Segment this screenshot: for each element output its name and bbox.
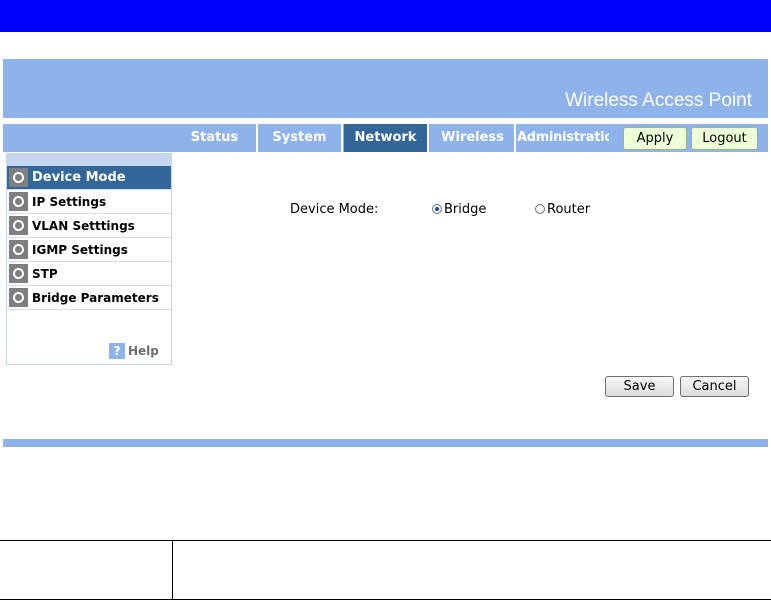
- help-label: Help: [128, 344, 159, 358]
- save-button[interactable]: Save: [605, 376, 674, 397]
- sidebar-item-label: Device Mode: [32, 170, 126, 185]
- radio-circle-icon: [9, 168, 28, 187]
- radio-circle-icon: [9, 192, 28, 211]
- bridge-radio-label: Bridge: [444, 202, 487, 217]
- panel-footer-bar: [3, 439, 768, 447]
- sidebar-item-label: VLAN Setttings: [32, 219, 135, 233]
- tab-system[interactable]: System: [258, 124, 343, 152]
- sidebar-item-igmp-settings[interactable]: IGMP Settings: [7, 238, 171, 262]
- table-top-border: [0, 540, 771, 541]
- bottom-table: [0, 540, 771, 601]
- tab-network[interactable]: Network: [344, 124, 429, 152]
- radio-unchecked-icon: [535, 204, 545, 214]
- header-banner: Wireless Access Point: [3, 59, 768, 118]
- logout-button[interactable]: Logout: [691, 127, 758, 150]
- router-radio-label: Router: [547, 202, 591, 217]
- device-mode-label: Device Mode:: [290, 202, 379, 217]
- banner-divider: [3, 118, 768, 121]
- sidebar-item-device-mode[interactable]: Device Mode: [7, 166, 171, 190]
- router-radio[interactable]: Router: [535, 202, 590, 217]
- tab-administration[interactable]: Administration: [517, 124, 609, 152]
- tab-status[interactable]: Status: [173, 124, 258, 152]
- sidebar-item-bridge-parameters[interactable]: Bridge Parameters: [7, 286, 171, 310]
- cancel-button[interactable]: Cancel: [680, 376, 749, 397]
- sidebar-item-stp[interactable]: STP: [7, 262, 171, 286]
- bridge-radio[interactable]: Bridge: [432, 202, 486, 217]
- radio-circle-icon: [9, 288, 28, 307]
- sidebar-item-label: IP Settings: [32, 195, 107, 209]
- radio-circle-icon: [9, 264, 28, 283]
- help-question-icon: ?: [109, 343, 125, 359]
- table-column-divider: [172, 540, 173, 600]
- tab-wireless[interactable]: Wireless: [431, 124, 516, 152]
- main-nav: Status System Network Wireless Administr…: [3, 124, 768, 152]
- sidebar-item-label: STP: [32, 267, 58, 281]
- table-bottom-border: [0, 599, 771, 600]
- radio-circle-icon: [9, 240, 28, 259]
- sidebar-item-label: Bridge Parameters: [32, 291, 159, 305]
- sidebar-header: [7, 154, 171, 166]
- brand-title: Wireless Access Point: [565, 90, 752, 111]
- radio-circle-icon: [9, 216, 28, 235]
- apply-button[interactable]: Apply: [623, 127, 687, 150]
- sidebar-item-ip-settings[interactable]: IP Settings: [7, 190, 171, 214]
- top-blue-bar: [0, 0, 771, 32]
- router-admin-panel: Wireless Access Point Status System Netw…: [3, 59, 768, 447]
- sidebar: Device Mode IP Settings VLAN Setttings I…: [6, 153, 172, 365]
- radio-checked-icon: [432, 204, 442, 214]
- sidebar-item-vlan-settings[interactable]: VLAN Setttings: [7, 214, 171, 238]
- sidebar-item-label: IGMP Settings: [32, 243, 128, 257]
